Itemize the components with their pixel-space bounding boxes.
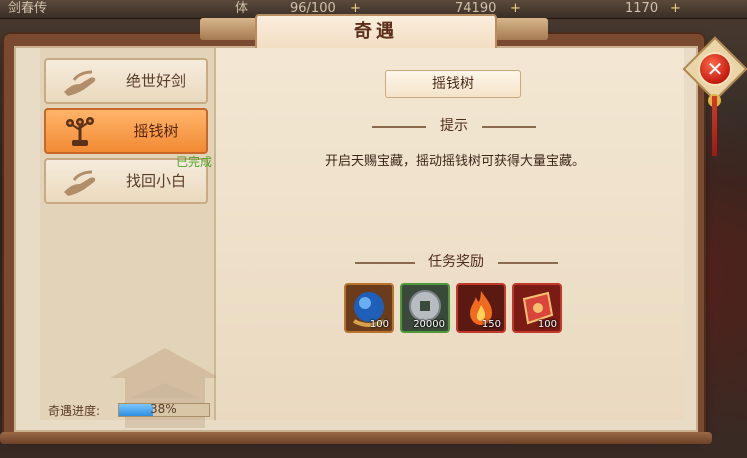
reward-title: 任务奖励	[428, 254, 484, 270]
hint-title: 提示	[440, 118, 468, 134]
reward-quantity: 100	[537, 319, 557, 330]
reward-quantity: 150	[481, 319, 501, 330]
progress-fill	[119, 404, 154, 416]
reward-item[interactable]: 150	[456, 283, 506, 333]
menu-item-money-tree[interactable]: 摇钱树	[44, 108, 208, 154]
stamina-label: 体	[235, 1, 249, 16]
hand-icon	[64, 170, 96, 196]
close-button[interactable]: ✕	[698, 52, 732, 86]
tassel	[712, 96, 717, 156]
reward-item[interactable]: 100	[512, 283, 562, 333]
hint-text: 开启天赐宝藏，摇动摇钱树可获得大量宝藏。	[324, 154, 585, 169]
reward-item[interactable]: 20000	[400, 283, 450, 333]
adventure-list: 绝世好剑 摇钱树 找回小白	[40, 48, 220, 428]
progress-label: 奇遇进度:	[48, 404, 101, 418]
progress-value: 38%	[150, 402, 177, 416]
adventure-detail	[216, 48, 684, 420]
reward-item[interactable]: 100	[344, 283, 394, 333]
money-tree-icon	[66, 117, 94, 146]
divider-right	[482, 126, 536, 128]
gold-add-button[interactable]: +	[670, 0, 681, 18]
task-name-plaque: 摇钱树	[385, 70, 521, 98]
game-title-fragment: 剑春传	[8, 1, 48, 16]
coins-add-button[interactable]: +	[510, 0, 521, 18]
menu-item-label: 摇钱树	[133, 122, 179, 140]
menu-item-label: 绝世好剑	[125, 72, 186, 90]
hand-icon	[64, 70, 96, 96]
reward-quantity: 20000	[413, 319, 445, 330]
menu-item-peerless-sword[interactable]: 绝世好剑	[44, 58, 208, 104]
divider-right	[498, 262, 558, 264]
pavilion-decoration	[110, 348, 220, 428]
window-title: 奇遇	[354, 21, 398, 42]
gold-value: 1170	[625, 1, 659, 16]
reward-quantity: 100	[369, 319, 389, 330]
divider-left	[355, 262, 415, 264]
completed-tag: 已完成	[176, 155, 213, 169]
window-title-plaque: 奇遇	[255, 14, 497, 52]
divider-left	[372, 126, 426, 128]
